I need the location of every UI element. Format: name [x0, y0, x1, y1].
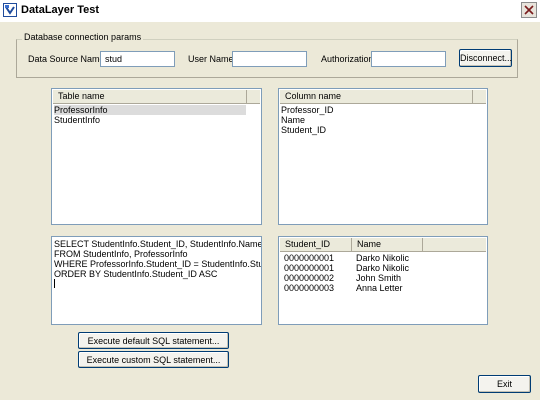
main-window: DataLayer Test Database connection param…	[0, 0, 540, 400]
name-cell: Anna Letter	[356, 283, 403, 293]
disconnect-button[interactable]: Disconnect...	[459, 49, 512, 67]
table-name-column-header[interactable]: Table name	[53, 90, 247, 103]
sql-line: ORDER BY StudentInfo.Student_ID ASC	[54, 269, 218, 279]
results-list[interactable]: Student_ID Name 0000000001 Darko Nikolic…	[278, 236, 488, 325]
table-list-header: Table name	[53, 90, 260, 104]
column-name-column-header[interactable]: Column name	[280, 90, 473, 103]
name-cell: John Smith	[356, 273, 402, 283]
column-list-item[interactable]: Student_ID	[281, 125, 326, 135]
student-id-column-header[interactable]: Student_ID	[280, 238, 352, 251]
sql-editor[interactable]: SELECT StudentInfo.Student_ID, StudentIn…	[51, 236, 262, 325]
sql-line: WHERE ProfessorInfo.Student_ID = Student…	[54, 259, 261, 269]
authorization-field[interactable]	[371, 51, 446, 67]
data-source-field[interactable]: stud	[100, 51, 175, 67]
close-icon	[524, 5, 534, 15]
name-column-header[interactable]: Name	[352, 238, 423, 251]
authorization-label: Authorization:	[321, 54, 377, 64]
close-button[interactable]	[521, 2, 537, 18]
sql-line: SELECT StudentInfo.Student_ID, StudentIn…	[54, 239, 262, 249]
table-row[interactable]: 0000000001 Darko Nikolic	[281, 253, 481, 263]
text-caret	[54, 279, 55, 288]
table-list-item[interactable]: StudentInfo	[54, 115, 100, 125]
name-cell: Darko Nikolic	[356, 253, 410, 263]
name-cell: Darko Nikolic	[356, 263, 410, 273]
student-id-cell: 0000000001	[284, 253, 335, 263]
table-row[interactable]: 0000000001 Darko Nikolic	[281, 263, 481, 273]
student-id-cell: 0000000002	[284, 273, 335, 283]
sql-line: FROM StudentInfo, ProfessorInfo	[54, 249, 188, 259]
column-list[interactable]: Column name Professor_ID Name Student_ID	[278, 88, 488, 225]
student-id-cell: 0000000001	[284, 263, 335, 273]
table-list[interactable]: Table name ProfessorInfo StudentInfo	[51, 88, 262, 225]
table-row[interactable]: 0000000003 Anna Letter	[281, 283, 481, 293]
app-icon	[3, 3, 17, 17]
user-name-field[interactable]	[232, 51, 307, 67]
table-row[interactable]: 0000000002 John Smith	[281, 273, 481, 283]
data-source-label: Data Source Name:	[28, 54, 108, 64]
user-name-label: User Name:	[188, 54, 237, 64]
connection-params-legend: Database connection params	[22, 32, 144, 42]
column-list-item[interactable]: Professor_ID	[281, 105, 334, 115]
table-list-item[interactable]: ProfessorInfo	[54, 105, 246, 115]
title-bar[interactable]: DataLayer Test	[0, 0, 540, 22]
results-header: Student_ID Name	[280, 238, 486, 252]
column-list-item[interactable]: Name	[281, 115, 305, 125]
student-id-cell: 0000000003	[284, 283, 335, 293]
column-list-header: Column name	[280, 90, 486, 104]
exit-button[interactable]: Exit	[478, 375, 531, 393]
window-title: DataLayer Test	[21, 4, 100, 16]
execute-default-sql-button[interactable]: Execute default SQL statement...	[78, 332, 229, 349]
execute-custom-sql-button[interactable]: Execute custom SQL statement...	[78, 351, 229, 368]
